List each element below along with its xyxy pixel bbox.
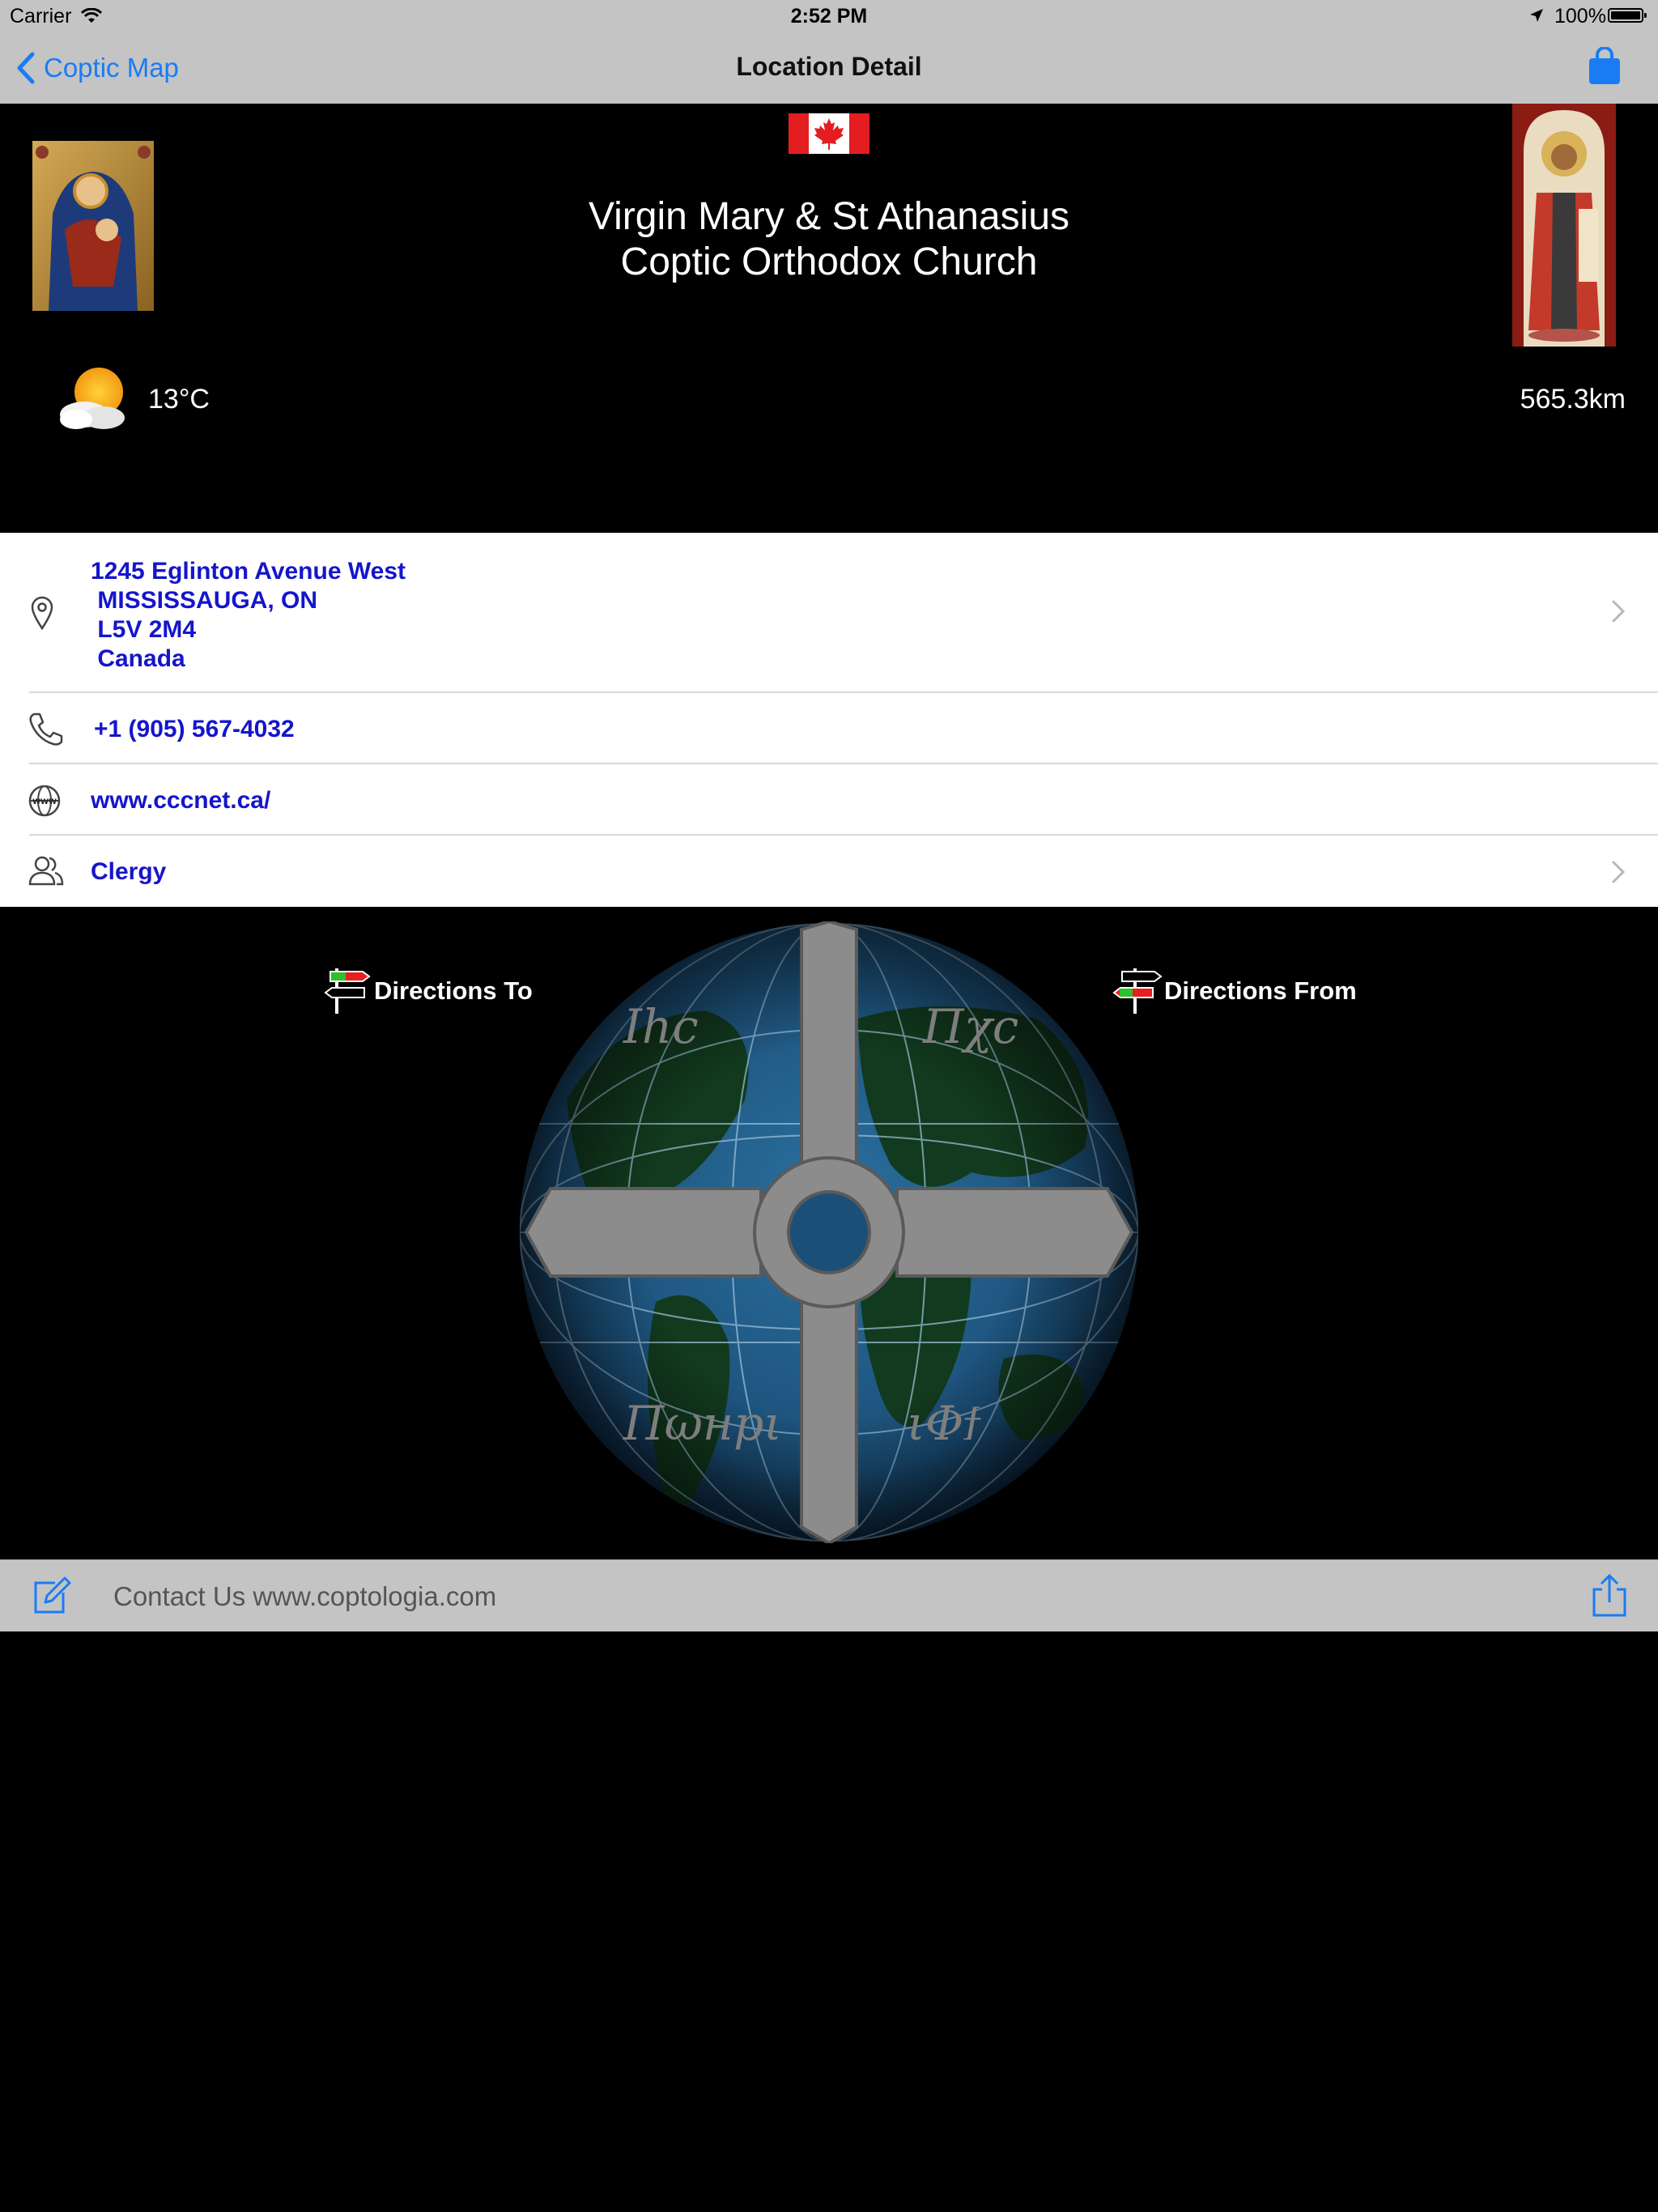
directions-from-button[interactable]: Directions From	[1112, 967, 1357, 1015]
battery-icon	[1608, 8, 1647, 23]
directions-to-button[interactable]: Directions To	[322, 967, 533, 1015]
website-link[interactable]: www.cccnet.ca/	[91, 787, 270, 815]
status-bar: Carrier 2:52 PM 100%	[0, 0, 1658, 32]
location-pin-icon	[31, 596, 53, 630]
page-title: Location Detail	[736, 52, 922, 81]
svg-text:WWW: WWW	[32, 798, 57, 806]
chevron-right-icon	[1612, 861, 1626, 883]
people-icon	[28, 856, 64, 886]
church-name: Virgin Mary & St Athanasius Coptic Ortho…	[424, 194, 1234, 285]
details-list: 1245 Eglinton Avenue West MISSISSAUGA, O…	[0, 533, 1658, 907]
signpost-icon	[324, 968, 371, 1014]
bottom-toolbar: Contact Us www.coptologia.com	[0, 1559, 1658, 1631]
inscription-bottom-left: Πωнрι	[623, 1396, 782, 1451]
location-arrow-icon	[1528, 6, 1545, 29]
clergy-label[interactable]: Clergy	[91, 858, 166, 886]
battery-percent: 100%	[1554, 5, 1606, 28]
compose-icon[interactable]	[31, 1576, 71, 1615]
share-icon[interactable]	[1591, 1573, 1628, 1619]
status-time: 2:52 PM	[790, 5, 868, 28]
globe-www-icon: WWW	[28, 785, 61, 817]
signpost-icon	[1112, 968, 1163, 1014]
church-name-line2: Coptic Orthodox Church	[620, 240, 1038, 283]
distance-label: 565.3km	[1520, 384, 1626, 415]
clergy-row[interactable]: Clergy	[0, 836, 1658, 907]
inscription-top-right: Πχc	[922, 999, 1018, 1054]
st-athanasius-icon	[1512, 104, 1616, 347]
website-row[interactable]: WWW www.cccnet.ca/	[0, 764, 1658, 836]
location-header: Virgin Mary & St Athanasius Coptic Ortho…	[0, 104, 1658, 533]
virgin-mary-icon	[32, 141, 154, 311]
globe-section: Ihc Πχc Πωнрι ιΦϯ Directions To Directio…	[0, 907, 1658, 1559]
phone-number[interactable]: +1 (905) 567-4032	[94, 716, 295, 743]
coptic-globe-logo: Ihc Πχc Πωнрι ιΦϯ	[520, 921, 1138, 1543]
inscription-bottom-right: ιΦϯ	[907, 1396, 981, 1451]
inscription-top-left: Ihc	[623, 999, 699, 1054]
church-name-line1: Virgin Mary & St Athanasius	[588, 195, 1070, 238]
address-row[interactable]: 1245 Eglinton Avenue West MISSISSAUGA, O…	[0, 533, 1658, 693]
directions-to-label: Directions To	[374, 976, 533, 1005]
phone-icon	[29, 713, 63, 746]
contact-us-link[interactable]: Contact Us www.coptologia.com	[113, 1581, 496, 1612]
phone-row[interactable]: +1 (905) 567-4032	[0, 693, 1658, 764]
temperature-label: 13°C	[148, 384, 210, 415]
address-text[interactable]: 1245 Eglinton Avenue West MISSISSAUGA, O…	[91, 557, 406, 674]
partly-cloudy-icon	[60, 368, 125, 429]
directions-from-label: Directions From	[1164, 976, 1357, 1005]
shopping-bag-icon[interactable]	[1587, 46, 1622, 90]
navigation-bar: Coptic Map Location Detail	[0, 32, 1658, 104]
chevron-right-icon	[1612, 600, 1626, 623]
canada-flag-icon	[789, 113, 869, 154]
